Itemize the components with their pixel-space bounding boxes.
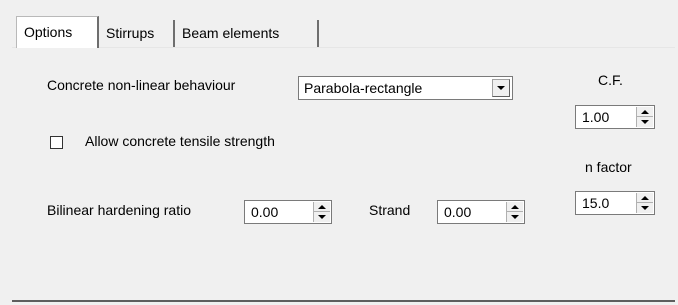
tab-stirrups[interactable]: Stirrups [99, 20, 175, 47]
hardening-ratio-spinner[interactable]: 0.00 [244, 200, 332, 224]
strand-label: Strand [369, 202, 411, 218]
strand-spinner[interactable]: 0.00 [437, 200, 525, 224]
n-factor-value: 15.0 [582, 195, 610, 211]
spin-up-icon[interactable] [637, 107, 653, 117]
tab-options-label: Options [24, 24, 73, 40]
concrete-behaviour-select[interactable]: Parabola-rectangle [298, 76, 513, 100]
spin-up-icon[interactable] [637, 193, 653, 203]
tensile-strength-checkbox[interactable] [50, 136, 63, 149]
spin-up-icon[interactable] [314, 202, 330, 212]
cf-spin-buttons [636, 107, 653, 127]
tab-beam-elements-label: Beam elements [182, 25, 280, 41]
spin-down-icon[interactable] [637, 203, 653, 213]
strand-value: 0.00 [444, 204, 472, 220]
options-panel: Concrete non-linear behaviour Parabola-r… [12, 47, 675, 302]
hardening-ratio-value: 0.00 [251, 204, 279, 220]
concrete-behaviour-label: Concrete non-linear behaviour [47, 77, 236, 93]
n-factor-label: n factor [585, 159, 632, 175]
spin-down-icon[interactable] [637, 117, 653, 127]
hardening-ratio-spin-buttons [313, 202, 330, 222]
chevron-down-icon[interactable] [492, 79, 510, 97]
spin-down-icon[interactable] [314, 212, 330, 222]
tab-beam-elements[interactable]: Beam elements [175, 20, 319, 47]
tensile-strength-label: Allow concrete tensile strength [85, 133, 275, 149]
concrete-behaviour-value: Parabola-rectangle [304, 80, 423, 96]
hardening-ratio-label: Bilinear hardening ratio [47, 202, 191, 218]
cf-spinner[interactable]: 1.00 [575, 105, 655, 129]
cf-label: C.F. [598, 72, 623, 88]
n-factor-spinner[interactable]: 15.0 [575, 191, 655, 215]
tab-stirrups-label: Stirrups [106, 25, 155, 41]
tab-options[interactable]: Options [16, 16, 99, 48]
spin-down-icon[interactable] [507, 212, 523, 222]
spin-up-icon[interactable] [507, 202, 523, 212]
cf-value: 1.00 [582, 109, 610, 125]
n-factor-spin-buttons [636, 193, 653, 213]
strand-spin-buttons [506, 202, 523, 222]
